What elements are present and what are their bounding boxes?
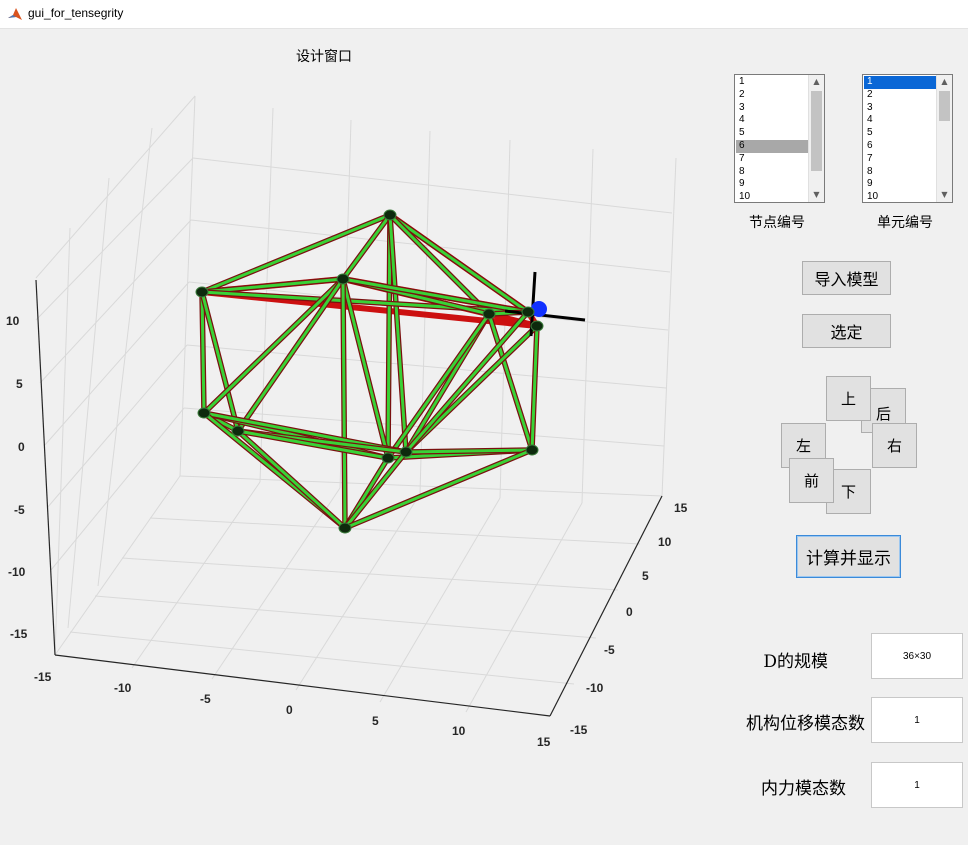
element-list-item[interactable]: 5 [864, 127, 936, 140]
scroll-down-icon[interactable]: ▼ [937, 188, 952, 202]
scroll-thumb[interactable] [939, 91, 950, 121]
node-list-item[interactable]: 1 [736, 76, 808, 89]
node-marker[interactable] [195, 286, 209, 298]
bar-element[interactable] [404, 448, 534, 454]
element-list-item[interactable]: 10 [864, 191, 936, 202]
node-marker[interactable] [383, 209, 397, 221]
element-list-item[interactable]: 1 [864, 76, 936, 89]
node-list-item[interactable]: 3 [736, 102, 808, 115]
element-list-item[interactable]: 4 [864, 114, 936, 127]
x-tick: 10 [452, 724, 466, 738]
x-axis-ticks: -15 -10 -5 0 5 10 15 [34, 670, 551, 749]
node-marker[interactable] [231, 425, 245, 437]
z-tick: -15 [10, 627, 28, 641]
y-tick: -5 [604, 643, 615, 657]
bar-element[interactable] [388, 213, 408, 454]
design-axes[interactable]: 10 5 0 -5 -10 -15 -15 -10 -5 0 5 10 15 1… [0, 28, 700, 845]
z-tick: -10 [8, 565, 26, 579]
x-tick: 15 [537, 735, 551, 749]
view-front-button[interactable]: 前 [789, 458, 834, 503]
z-tick: 0 [18, 440, 25, 454]
element-list-item[interactable]: 7 [864, 153, 936, 166]
scroll-up-icon[interactable]: ▲ [809, 75, 824, 89]
x-tick: 5 [372, 714, 379, 728]
node-marker[interactable] [482, 308, 496, 320]
d-size-label: D的规模 [763, 652, 828, 672]
bar-elements[interactable] [199, 212, 540, 531]
view-right-button[interactable]: 右 [872, 423, 917, 468]
node-list-scrollbar[interactable]: ▲ ▼ [808, 75, 824, 202]
y-tick: -15 [570, 723, 588, 737]
element-list-label: 单元编号 [877, 215, 933, 231]
title-bar: gui_for_tensegrity [0, 0, 968, 29]
node-list-item[interactable]: 5 [736, 127, 808, 140]
node-marker[interactable] [525, 444, 539, 456]
node-list-item[interactable]: 4 [736, 114, 808, 127]
bar-element[interactable] [386, 213, 392, 460]
element-list-item[interactable]: 9 [864, 178, 936, 191]
compute-display-button[interactable]: 计算并显示 [796, 535, 901, 578]
y-axis-ticks: 15 10 5 0 -5 -10 -15 [570, 501, 688, 737]
window-title: gui_for_tensegrity [28, 6, 124, 20]
import-model-button[interactable]: 导入模型 [802, 261, 891, 295]
node-marker[interactable] [530, 320, 544, 332]
node-list-item[interactable]: 7 [736, 153, 808, 166]
y-tick: -10 [586, 681, 604, 695]
bar-element[interactable] [200, 290, 206, 415]
node-marker[interactable] [336, 273, 350, 285]
element-list-scrollbar[interactable]: ▲ ▼ [936, 75, 952, 202]
node-marker[interactable] [399, 446, 413, 458]
element-list-item[interactable]: 8 [864, 166, 936, 179]
node-list-item[interactable]: 8 [736, 166, 808, 179]
node-list-item[interactable]: 9 [736, 178, 808, 191]
scroll-thumb[interactable] [811, 91, 822, 171]
y-tick: 5 [642, 569, 649, 583]
node-list-item[interactable]: 10 [736, 191, 808, 202]
axis-lines [35, 279, 663, 717]
grid-lines [35, 95, 677, 713]
mechanism-modes-value: 1 [871, 697, 963, 743]
z-tick: -5 [14, 503, 25, 517]
x-tick: -15 [34, 670, 52, 684]
element-list-item[interactable]: 3 [864, 102, 936, 115]
node-list-label: 节点编号 [749, 215, 805, 231]
force-modes-label: 内力模态数 [761, 779, 846, 799]
y-tick: 15 [674, 501, 688, 515]
node-list-item[interactable]: 6 [736, 139, 808, 153]
y-tick: 10 [658, 535, 672, 549]
force-modes-value: 1 [871, 762, 963, 808]
scroll-down-icon[interactable]: ▼ [809, 188, 824, 202]
mechanism-modes-label: 机构位移模态数 [746, 714, 865, 734]
z-tick: 5 [16, 377, 23, 391]
x-tick: -10 [114, 681, 132, 695]
node-marker[interactable] [521, 306, 535, 318]
view-up-button[interactable]: 上 [826, 376, 871, 421]
z-axis-ticks: 10 5 0 -5 -10 -15 [6, 314, 28, 641]
element-list-item[interactable]: 6 [864, 140, 936, 153]
x-tick: -5 [200, 692, 211, 706]
node-listbox[interactable]: 1 2 3 4 5 6 7 8 9 10 ▲ ▼ [734, 74, 825, 203]
node-list-item[interactable]: 2 [736, 89, 808, 102]
d-size-value: 36×30 [871, 633, 963, 679]
element-listbox[interactable]: 1 2 3 4 5 6 7 8 9 10 ▲ ▼ [862, 74, 953, 203]
element-list-item[interactable]: 2 [864, 89, 936, 102]
node-marker[interactable] [381, 452, 395, 464]
node-marker[interactable] [197, 407, 211, 419]
select-button[interactable]: 选定 [802, 314, 891, 348]
bar-element[interactable] [341, 277, 347, 530]
x-tick: 0 [286, 703, 293, 717]
y-tick: 0 [626, 605, 633, 619]
z-tick: 10 [6, 314, 20, 328]
scroll-up-icon[interactable]: ▲ [937, 75, 952, 89]
matlab-icon [7, 6, 23, 22]
node-marker[interactable] [338, 522, 352, 534]
